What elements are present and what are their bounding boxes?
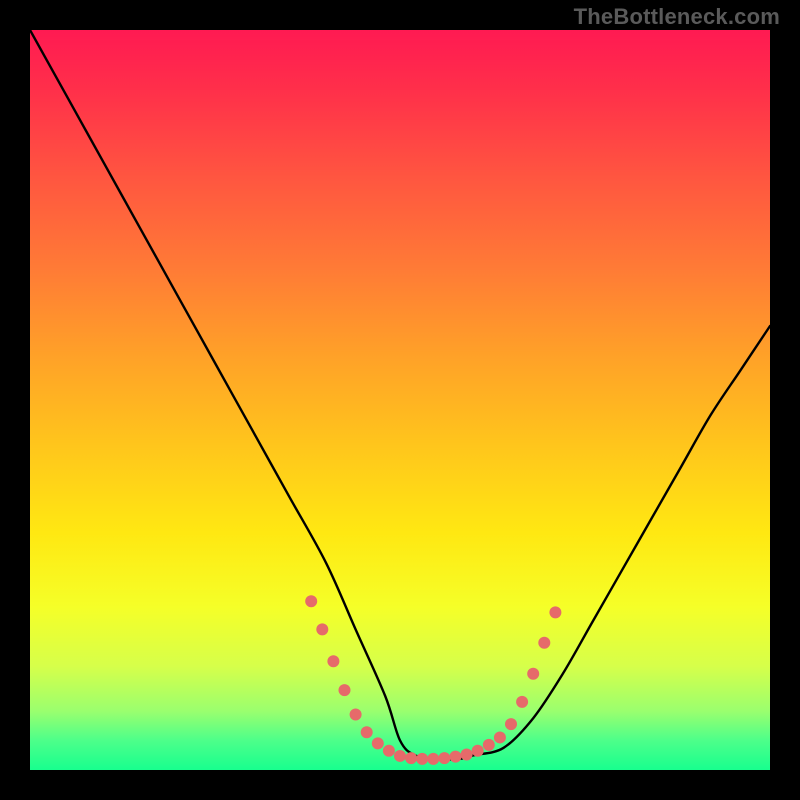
curve-line [30, 30, 770, 759]
marker-dot [405, 752, 417, 764]
marker-dot [372, 737, 384, 749]
marker-dot [394, 750, 406, 762]
marker-dot [427, 753, 439, 765]
marker-dot [483, 739, 495, 751]
watermark-text: TheBottleneck.com [574, 4, 780, 30]
marker-dot [438, 752, 450, 764]
curve-markers [305, 595, 561, 765]
chart-container: TheBottleneck.com [0, 0, 800, 800]
marker-dot [339, 684, 351, 696]
marker-dot [538, 637, 550, 649]
chart-svg [30, 30, 770, 770]
plot-area [30, 30, 770, 770]
marker-dot [383, 745, 395, 757]
marker-dot [416, 753, 428, 765]
marker-dot [316, 623, 328, 635]
marker-dot [549, 606, 561, 618]
marker-dot [350, 709, 362, 721]
marker-dot [472, 745, 484, 757]
marker-dot [361, 726, 373, 738]
marker-dot [305, 595, 317, 607]
marker-dot [505, 718, 517, 730]
marker-dot [450, 751, 462, 763]
marker-dot [494, 731, 506, 743]
marker-dot [527, 668, 539, 680]
marker-dot [516, 696, 528, 708]
marker-dot [327, 655, 339, 667]
marker-dot [461, 748, 473, 760]
